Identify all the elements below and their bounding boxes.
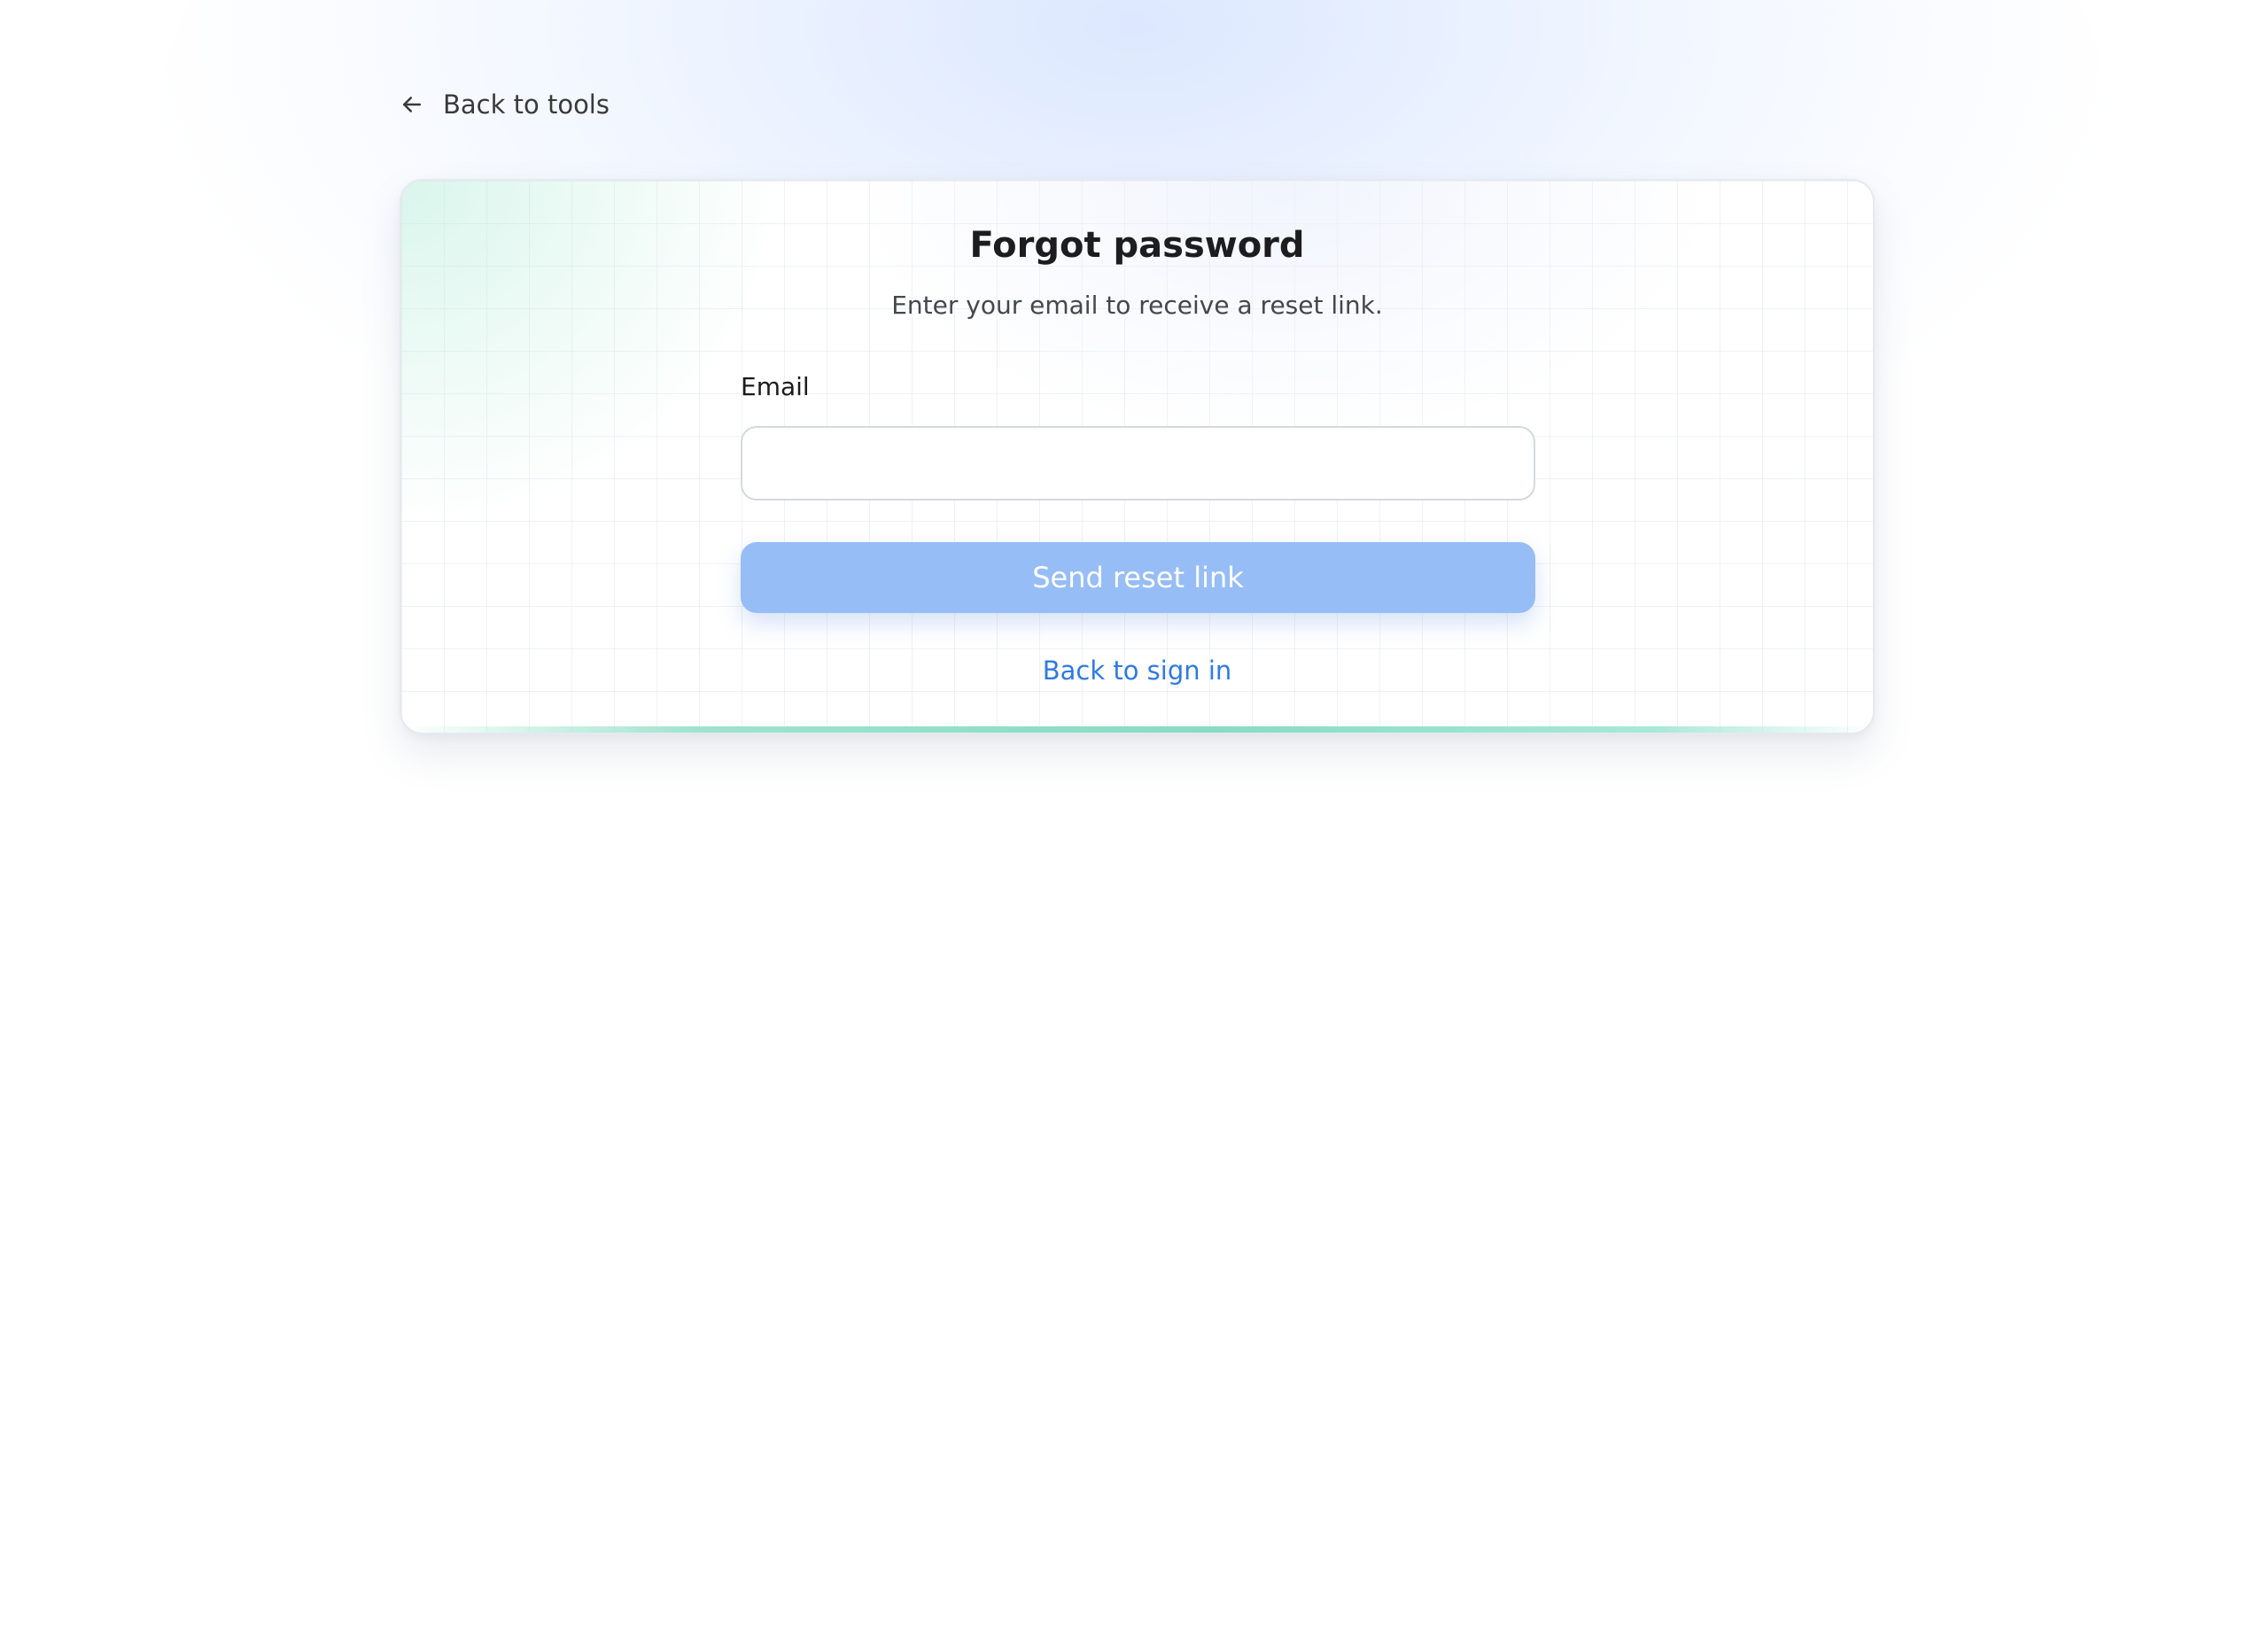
email-input[interactable]: [741, 426, 1535, 500]
page-subtitle: Enter your email to receive a reset link…: [891, 291, 1383, 320]
email-label: Email: [741, 372, 810, 401]
arrow-left-icon: [403, 97, 421, 112]
forgot-password-card: Forgot password Enter your email to rece…: [400, 179, 1875, 734]
back-to-tools-link[interactable]: Back to tools: [399, 85, 610, 124]
back-to-tools-label: Back to tools: [443, 89, 610, 120]
send-reset-link-button[interactable]: Send reset link: [741, 542, 1535, 613]
back-to-sign-in-link[interactable]: Back to sign in: [401, 656, 1873, 686]
card-bottom-accent: [401, 726, 1873, 733]
page-title: Forgot password: [969, 225, 1305, 266]
